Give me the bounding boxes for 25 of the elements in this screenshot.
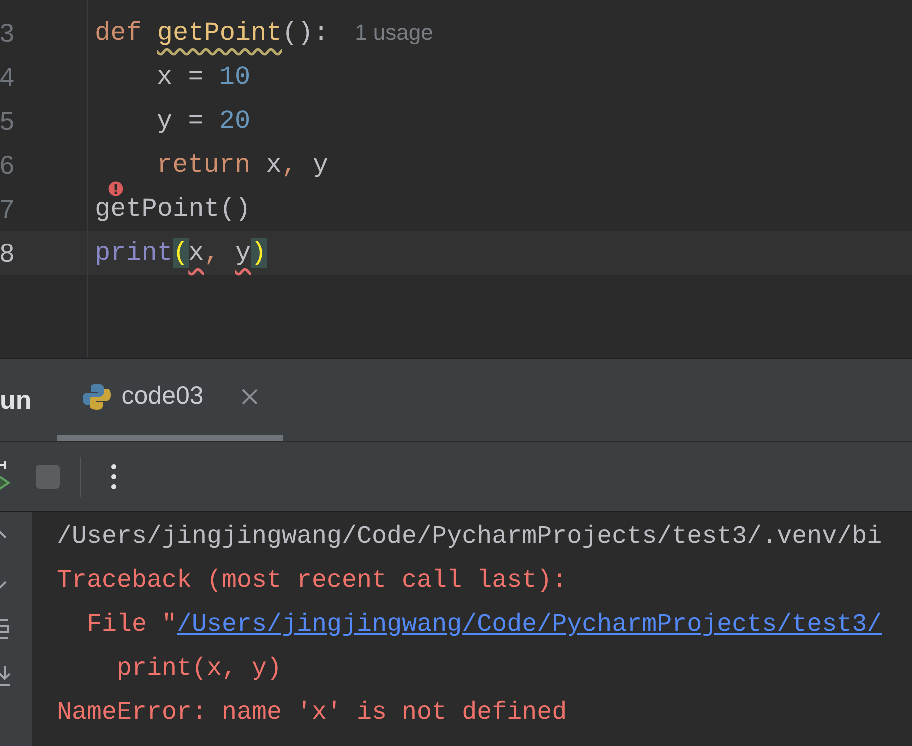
more-icon[interactable] — [111, 464, 117, 490]
scroll-end-icon[interactable] — [0, 666, 12, 688]
code-line: def getPoint(): — [95, 22, 330, 44]
code-line: y = 20 — [157, 110, 251, 132]
code-line: x = 10 — [157, 66, 251, 88]
console-text: File " — [86, 609, 178, 642]
python-icon — [82, 382, 112, 412]
console-text: /Users/jingjingwang/Code/PycharmProjects/test3/.venv/bi — [57, 521, 882, 554]
usage-hint[interactable]: 1 usage — [355, 22, 434, 44]
console-text: NameError: name 'x' is not defined — [57, 697, 568, 730]
code-line: getPoint() — [95, 198, 252, 220]
line-number: 7 — [0, 192, 14, 226]
console-text: print(x, y) — [116, 653, 282, 686]
line-number: 3 — [0, 16, 14, 50]
line-number: 8 — [0, 236, 14, 270]
line-number: 6 — [0, 148, 14, 182]
code-line: return x, y — [157, 154, 329, 176]
file-link[interactable]: /Users/jingjingwang/Code/PycharmProjects/test3/ — [177, 606, 882, 644]
console-text: Traceback (most recent call last): — [57, 565, 568, 598]
wrap-icon[interactable] — [0, 618, 10, 640]
close-icon[interactable] — [242, 389, 258, 405]
line-number: 5 — [0, 104, 14, 138]
error-icon[interactable] — [108, 181, 124, 197]
line-number: 4 — [0, 60, 14, 94]
panel-title: un — [0, 384, 32, 416]
